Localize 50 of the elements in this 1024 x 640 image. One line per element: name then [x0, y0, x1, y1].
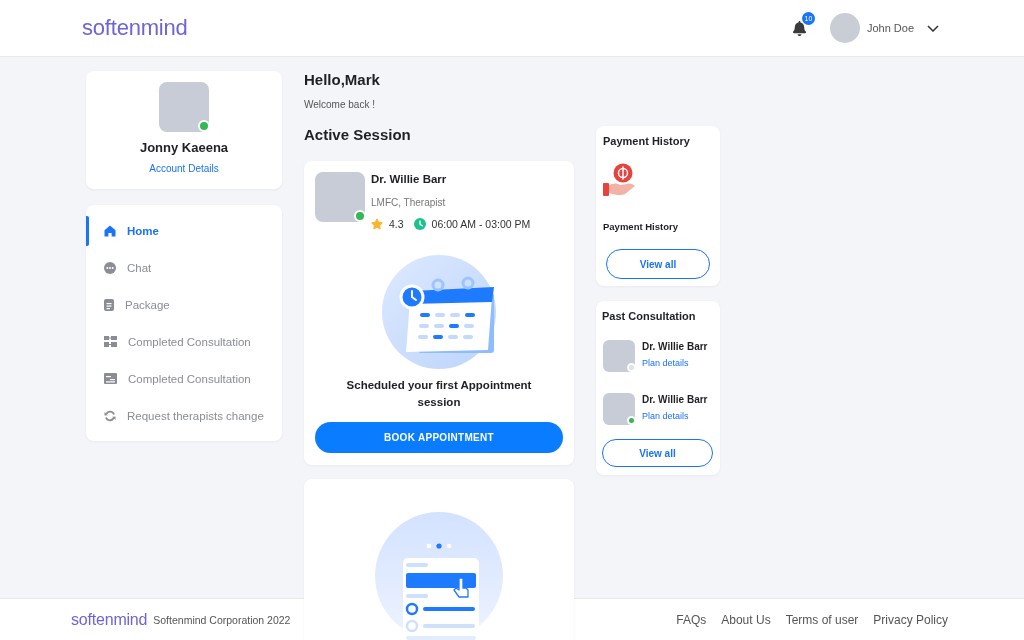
refresh-icon: [104, 409, 116, 422]
logo: softenmind: [71, 609, 148, 630]
logo: softenmind: [82, 14, 188, 42]
nav-item[interactable]: Home: [86, 212, 282, 249]
book-appointment-button[interactable]: BOOK APPOINTMENT: [315, 422, 563, 453]
avatar-placeholder: [603, 340, 635, 372]
footer-link[interactable]: FAQs: [676, 612, 707, 627]
account-details-link[interactable]: Account Details: [149, 161, 219, 175]
clock-icon: [413, 218, 426, 230]
therapist-role: LMFC, Therapist: [371, 195, 447, 209]
avatar-placeholder: [315, 172, 365, 222]
document-icon: [104, 298, 114, 311]
nav-item[interactable]: Completed Consultation: [86, 360, 282, 397]
footer-link[interactable]: Terms of user: [785, 612, 859, 627]
footer-link[interactable]: Privacy Policy: [873, 612, 948, 627]
chevron-down-icon[interactable]: [927, 24, 939, 32]
footer-link[interactable]: About Us: [721, 612, 771, 627]
ledger-icon: [104, 373, 117, 384]
coin-hand-icon: [603, 163, 635, 197]
greeting-title: Hello,Mark: [304, 71, 381, 89]
section-title: Active Session: [304, 126, 412, 144]
therapist-name: Dr. Willie Barr: [371, 172, 448, 186]
payment-history-label: Payment History: [603, 221, 679, 233]
chat-bubble-icon: [104, 261, 116, 274]
card-title: Past Consultation: [602, 309, 697, 323]
profile-name: Jonny Kaeena: [139, 140, 229, 156]
therapist-name: Dr. Willie Barr: [642, 394, 708, 406]
greeting-subtitle: Welcome back !: [304, 97, 376, 111]
copyright-text: Softenmind Corporation 2022: [153, 613, 291, 626]
view-all-button[interactable]: View all: [606, 249, 710, 279]
view-all-button[interactable]: View all: [602, 439, 713, 467]
avatar-placeholder: [829, 13, 860, 43]
user-name: John Doe: [866, 22, 914, 34]
home-icon: [104, 224, 116, 237]
card-title: Payment History: [603, 134, 691, 148]
avatar-placeholder: [159, 82, 209, 132]
session-hours: 06:00 AM - 03:00 PM: [431, 217, 531, 231]
nav-item[interactable]: Request therapists change: [86, 397, 282, 434]
therapist-name: Dr. Willie Barr: [642, 341, 708, 353]
avatar-placeholder: [603, 393, 635, 425]
nav-item[interactable]: Package: [86, 286, 282, 323]
star-icon: [371, 218, 383, 230]
nav-item[interactable]: Chat: [86, 249, 282, 286]
nav-item[interactable]: Completed Consultation: [86, 323, 282, 360]
rating-value: 4.3: [389, 217, 404, 231]
plan-details-link[interactable]: Plan details: [642, 410, 708, 423]
grid-icon: [104, 336, 117, 347]
bell-icon[interactable]: [791, 20, 807, 36]
plan-details-link[interactable]: Plan details: [642, 357, 708, 370]
appointment-message: Scheduled your first Appointment session: [345, 378, 533, 410]
